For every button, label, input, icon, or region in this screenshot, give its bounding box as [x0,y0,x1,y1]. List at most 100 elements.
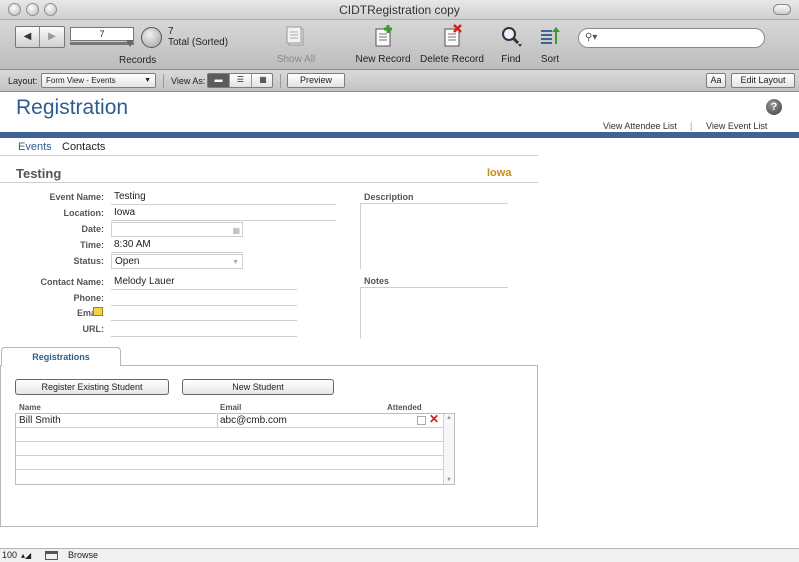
find-icon [499,24,523,48]
record-state: Iowa [487,167,512,179]
new-record-icon [371,24,395,48]
search-icon: ⚲▾ [585,32,598,43]
current-record-field[interactable]: 7 [70,27,134,41]
portal-scrollbar[interactable]: ▲ ▼ [443,414,454,484]
pie-chart-icon[interactable] [141,27,162,48]
record-total: 7 [168,26,174,37]
window-title: CIDTRegistration copy [339,3,460,17]
table-row[interactable] [16,456,444,470]
status-label: Status: [73,256,104,266]
view-as-group: ▬ ☰ ▦ [207,73,273,88]
sort-button[interactable]: Sort [536,24,564,65]
link-separator: | [690,121,693,131]
quick-find-field[interactable]: ⚲▾ [578,28,765,48]
show-all-icon [284,24,308,48]
email-label: Email: [76,308,104,318]
scroll-up-arrow[interactable]: ▲ [444,415,454,421]
find-button[interactable]: Find [496,24,526,65]
help-icon[interactable]: ? [766,99,782,115]
next-record-button[interactable]: ▶ [40,27,64,47]
time-field[interactable]: 8:30 AM [111,238,243,253]
toolbar-toggle-button[interactable] [773,4,791,15]
divider [280,74,281,88]
email-icon[interactable] [93,307,103,316]
sort-icon [538,24,562,48]
contact-name-field[interactable]: Melody Lauer [111,275,297,290]
status-toolbar: ◀ ▶ 7 7 Total (Sorted) Records Show All … [0,20,799,70]
edit-layout-button[interactable]: Edit Layout [731,73,795,88]
view-attendee-list-link[interactable]: View Attendee List [603,121,677,131]
zoom-icons[interactable]: ▴◢ [21,549,31,562]
layout-bar: Layout: Form View - Events ▼ View As: ▬ … [0,70,799,92]
table-row[interactable] [16,442,444,456]
table-view-button[interactable]: ▦ [252,74,274,87]
notes-label: Notes [364,276,390,286]
status-field[interactable]: Open ▼ [111,254,243,269]
contact-name-label: Contact Name: [40,277,104,287]
date-field[interactable]: ▦ [111,222,243,237]
calendar-icon[interactable]: ▦ [232,224,240,237]
delete-row-icon[interactable]: ✕ [429,413,439,426]
registrations-portal: Bill Smith abc@cmb.com ✕ ▲ ▼ [15,413,455,485]
url-field[interactable] [111,322,297,337]
registrant-name[interactable]: Bill Smith [19,414,61,427]
toolbar-visibility-icon[interactable] [45,551,58,560]
records-label: Records [119,55,157,66]
status-bar: 100 ▴◢ Browse [0,548,799,562]
register-existing-student-button[interactable]: Register Existing Student [15,379,169,395]
book-navigator-icon[interactable]: ◀ ▶ [15,26,65,48]
scroll-down-arrow[interactable]: ▼ [444,477,454,483]
description-label: Description [364,192,414,202]
zoom-level[interactable]: 100 [2,549,17,562]
header-bar [0,132,799,138]
phone-field[interactable] [111,291,297,306]
dropdown-arrow-icon[interactable]: ▼ [232,256,239,269]
record-count: 7 Total (Sorted) [168,26,228,48]
layout-select[interactable]: Form View - Events ▼ [41,73,156,88]
window-titlebar: CIDTRegistration copy [0,0,799,20]
email-field[interactable] [111,306,297,321]
record-slider-track[interactable] [70,42,134,45]
view-as-label: View As: [171,76,206,86]
delete-record-button[interactable]: Delete Record [418,24,486,65]
mode-label[interactable]: Browse [68,549,98,562]
view-event-list-link[interactable]: View Event List [706,121,767,131]
status-value: Open [115,256,140,267]
form-view-button[interactable]: ▬ [208,74,230,87]
phone-label: Phone: [73,293,105,303]
time-label: Time: [80,240,104,250]
divider [163,74,164,88]
find-label: Find [501,54,521,65]
new-record-label: New Record [355,54,411,65]
date-label: Date: [81,224,104,234]
layout-select-value: Form View - Events [46,76,116,85]
formatting-bar-button[interactable]: Aa [706,73,726,88]
notes-field[interactable] [360,287,508,339]
column-header-email: Email [220,403,242,412]
record-slider-knob[interactable] [126,40,134,47]
table-row[interactable] [16,470,444,484]
dropdown-arrow-icon: ▼ [144,77,151,84]
sort-label: Sort [540,54,560,65]
location-field[interactable]: Iowa [111,206,336,221]
tab-events[interactable]: Events [18,141,52,153]
tab-registrations[interactable]: Registrations [1,347,121,366]
divider [0,155,538,156]
table-row[interactable] [16,428,444,442]
attended-checkbox[interactable] [417,416,426,425]
url-label: URL: [82,324,105,334]
event-name-field[interactable]: Testing [111,190,336,205]
list-view-button[interactable]: ☰ [230,74,252,87]
new-record-button[interactable]: New Record [352,24,414,65]
registrant-email[interactable]: abc@cmb.com [220,414,287,427]
table-row[interactable]: Bill Smith abc@cmb.com ✕ [16,413,444,428]
tab-contacts[interactable]: Contacts [62,141,105,153]
new-student-button[interactable]: New Student [182,379,334,395]
previous-record-button[interactable]: ◀ [16,27,40,47]
preview-button[interactable]: Preview [287,73,345,88]
column-header-attended: Attended [387,403,422,412]
event-name-label: Event Name: [49,192,104,202]
description-field[interactable] [360,203,508,269]
divider [0,182,538,183]
show-all-button[interactable]: Show All [270,24,322,65]
